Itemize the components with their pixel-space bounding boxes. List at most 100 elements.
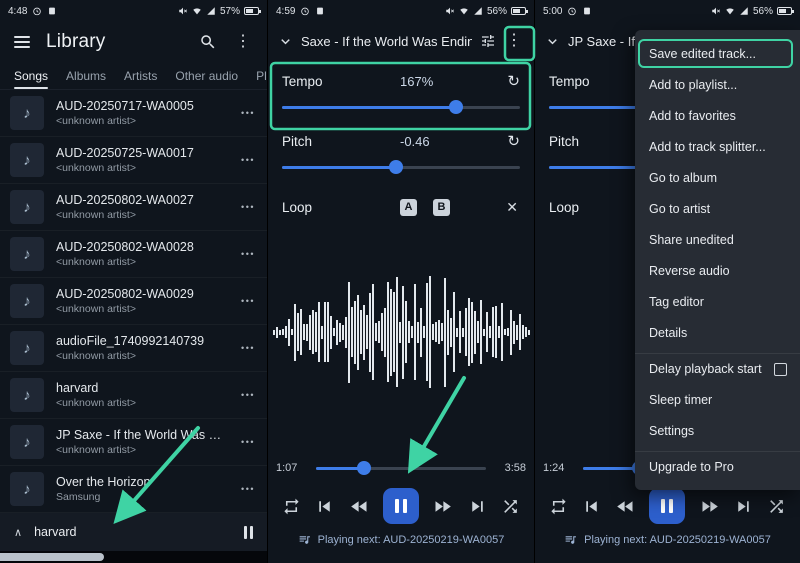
menu-item[interactable]: Upgrade to Pro <box>635 451 800 482</box>
track-more-icon[interactable]: ••• <box>229 249 267 259</box>
track-more-icon[interactable]: ••• <box>229 296 267 306</box>
previous-track-icon[interactable] <box>581 496 602 517</box>
list-item[interactable]: ♪ audioFile_1740992140739 <unknown artis… <box>0 325 267 372</box>
shuffle-icon[interactable] <box>501 497 520 516</box>
mini-player-title: harvard <box>34 525 77 539</box>
menu-item[interactable]: Go to artist <box>635 193 800 224</box>
waveform[interactable] <box>272 268 530 396</box>
list-item[interactable]: ♪ JP Saxe - If the World Was End... <unk… <box>0 419 267 466</box>
battery-icon <box>777 7 794 15</box>
seek-slider[interactable] <box>316 457 486 479</box>
track-more-icon[interactable]: ••• <box>229 343 267 353</box>
rewind-icon[interactable] <box>349 496 370 517</box>
tab[interactable]: Play <box>256 62 267 89</box>
track-more-icon[interactable]: ••• <box>229 437 267 447</box>
tab[interactable]: Other audio <box>175 62 238 89</box>
pitch-slider[interactable] <box>282 156 520 178</box>
checkbox[interactable] <box>774 362 787 376</box>
menu-item[interactable]: Share unedited <box>635 224 800 255</box>
status-bar: 5:00 56% <box>535 0 800 22</box>
tab[interactable]: Albums <box>66 62 106 89</box>
play-pause-button[interactable] <box>649 488 686 524</box>
pitch-label: Pitch <box>282 133 313 149</box>
menu-item[interactable]: Reverse audio <box>635 255 800 286</box>
playing-next-text: Playing next: AUD-20250219-WA0057 <box>584 533 771 546</box>
overflow-menu-icon[interactable]: ⋮ <box>233 34 253 50</box>
menu-item[interactable]: Save edited track... <box>635 38 800 69</box>
loop-a-button[interactable]: A <box>400 198 417 216</box>
play-pause-button[interactable] <box>382 488 419 524</box>
tempo-slider[interactable] <box>282 96 520 118</box>
menu-item[interactable]: Add to track splitter... <box>635 131 800 162</box>
tune-icon[interactable] <box>480 33 496 49</box>
menu-item[interactable]: Go to album <box>635 162 800 193</box>
rewind-icon[interactable] <box>615 496 636 517</box>
list-item[interactable]: ♪ AUD-20250802-WA0028 <unknown artist> •… <box>0 231 267 278</box>
tempo-value: 167% <box>400 73 434 89</box>
repeat-icon[interactable] <box>549 497 568 516</box>
list-item[interactable]: ♪ Over the Horizon Samsung ••• <box>0 466 267 513</box>
fast-forward-icon[interactable] <box>699 496 720 517</box>
song-list: ♪ AUD-20250717-WA0005 <unknown artist> •… <box>0 90 267 513</box>
track-title: AUD-20250802-WA0027 <box>56 193 194 207</box>
tab[interactable]: Songs <box>14 62 49 89</box>
slider-thumb[interactable] <box>448 100 463 114</box>
page-title: Library <box>46 31 106 52</box>
track-thumbnail: ♪ <box>10 425 44 459</box>
track-more-icon[interactable]: ••• <box>229 155 267 165</box>
list-item[interactable]: ♪ harvard <unknown artist> ••• <box>0 372 267 419</box>
shuffle-icon[interactable] <box>767 497 786 516</box>
track-more-icon[interactable]: ••• <box>229 484 267 494</box>
menu-item[interactable]: Details <box>635 317 800 348</box>
mini-player[interactable]: ∧ harvard <box>0 513 267 551</box>
fast-forward-icon[interactable] <box>432 496 453 517</box>
track-more-icon[interactable]: ••• <box>229 108 267 118</box>
menu-item[interactable]: Settings <box>635 415 800 446</box>
track-thumbnail: ♪ <box>10 378 44 412</box>
player-menu-screen: 5:00 56% JP Saxe - If t Tempo Pitch Loop… <box>534 0 800 563</box>
menu-item[interactable]: Add to favorites <box>635 100 800 131</box>
chevron-down-icon[interactable] <box>545 34 560 49</box>
previous-track-icon[interactable] <box>314 496 335 517</box>
tab[interactable]: Artists <box>124 62 157 89</box>
chevron-down-icon[interactable] <box>278 34 293 49</box>
playing-next-text: Playing next: AUD-20250219-WA0057 <box>317 533 505 546</box>
list-item[interactable]: ♪ AUD-20250802-WA0027 <unknown artist> •… <box>0 184 267 231</box>
repeat-icon[interactable] <box>282 497 301 516</box>
tempo-row: Tempo 167% ↻ <box>282 66 520 96</box>
pause-icon[interactable] <box>244 525 253 539</box>
reset-icon[interactable]: ↻ <box>499 72 520 90</box>
track-title: AUD-20250802-WA0028 <box>56 240 194 254</box>
wifi-icon <box>193 8 201 15</box>
music-note-icon: ♪ <box>23 292 31 310</box>
reset-icon[interactable]: ↻ <box>499 132 520 150</box>
notification-icon <box>317 7 324 15</box>
chevron-up-icon[interactable]: ∧ <box>14 526 22 539</box>
library-tabs: Songs Albums Artists Other audio Play <box>0 62 267 90</box>
menu-item-label: Upgrade to Pro <box>649 460 734 474</box>
list-item[interactable]: ♪ AUD-20250802-WA0029 <unknown artist> •… <box>0 278 267 325</box>
close-icon[interactable]: ✕ <box>506 199 520 216</box>
next-track-icon[interactable] <box>733 496 754 517</box>
search-icon[interactable] <box>199 33 217 51</box>
list-item[interactable]: ♪ AUD-20250717-WA0005 <unknown artist> •… <box>0 90 267 137</box>
menu-item[interactable]: Tag editor <box>635 286 800 317</box>
menu-item[interactable]: Sleep timer <box>635 384 800 415</box>
menu-item[interactable]: Add to playlist... <box>635 69 800 100</box>
menu-icon[interactable] <box>14 36 30 48</box>
transport-controls <box>274 486 528 526</box>
signal-icon <box>740 7 748 15</box>
track-more-icon[interactable]: ••• <box>229 390 267 400</box>
track-thumbnail: ♪ <box>10 237 44 271</box>
scrollbar-thumb[interactable] <box>0 553 104 561</box>
slider-thumb[interactable] <box>356 461 371 475</box>
slider-thumb[interactable] <box>389 160 404 174</box>
overflow-menu: Save edited track... Add to playlist... … <box>635 30 800 490</box>
list-item[interactable]: ♪ AUD-20250725-WA0017 <unknown artist> •… <box>0 137 267 184</box>
track-thumbnail: ♪ <box>10 143 44 177</box>
next-track-icon[interactable] <box>467 496 488 517</box>
track-more-icon[interactable]: ••• <box>229 202 267 212</box>
menu-item[interactable]: Delay playback start <box>635 353 800 384</box>
loop-b-button[interactable]: B <box>433 198 450 216</box>
overflow-menu-icon[interactable]: ⋮ <box>504 33 524 49</box>
